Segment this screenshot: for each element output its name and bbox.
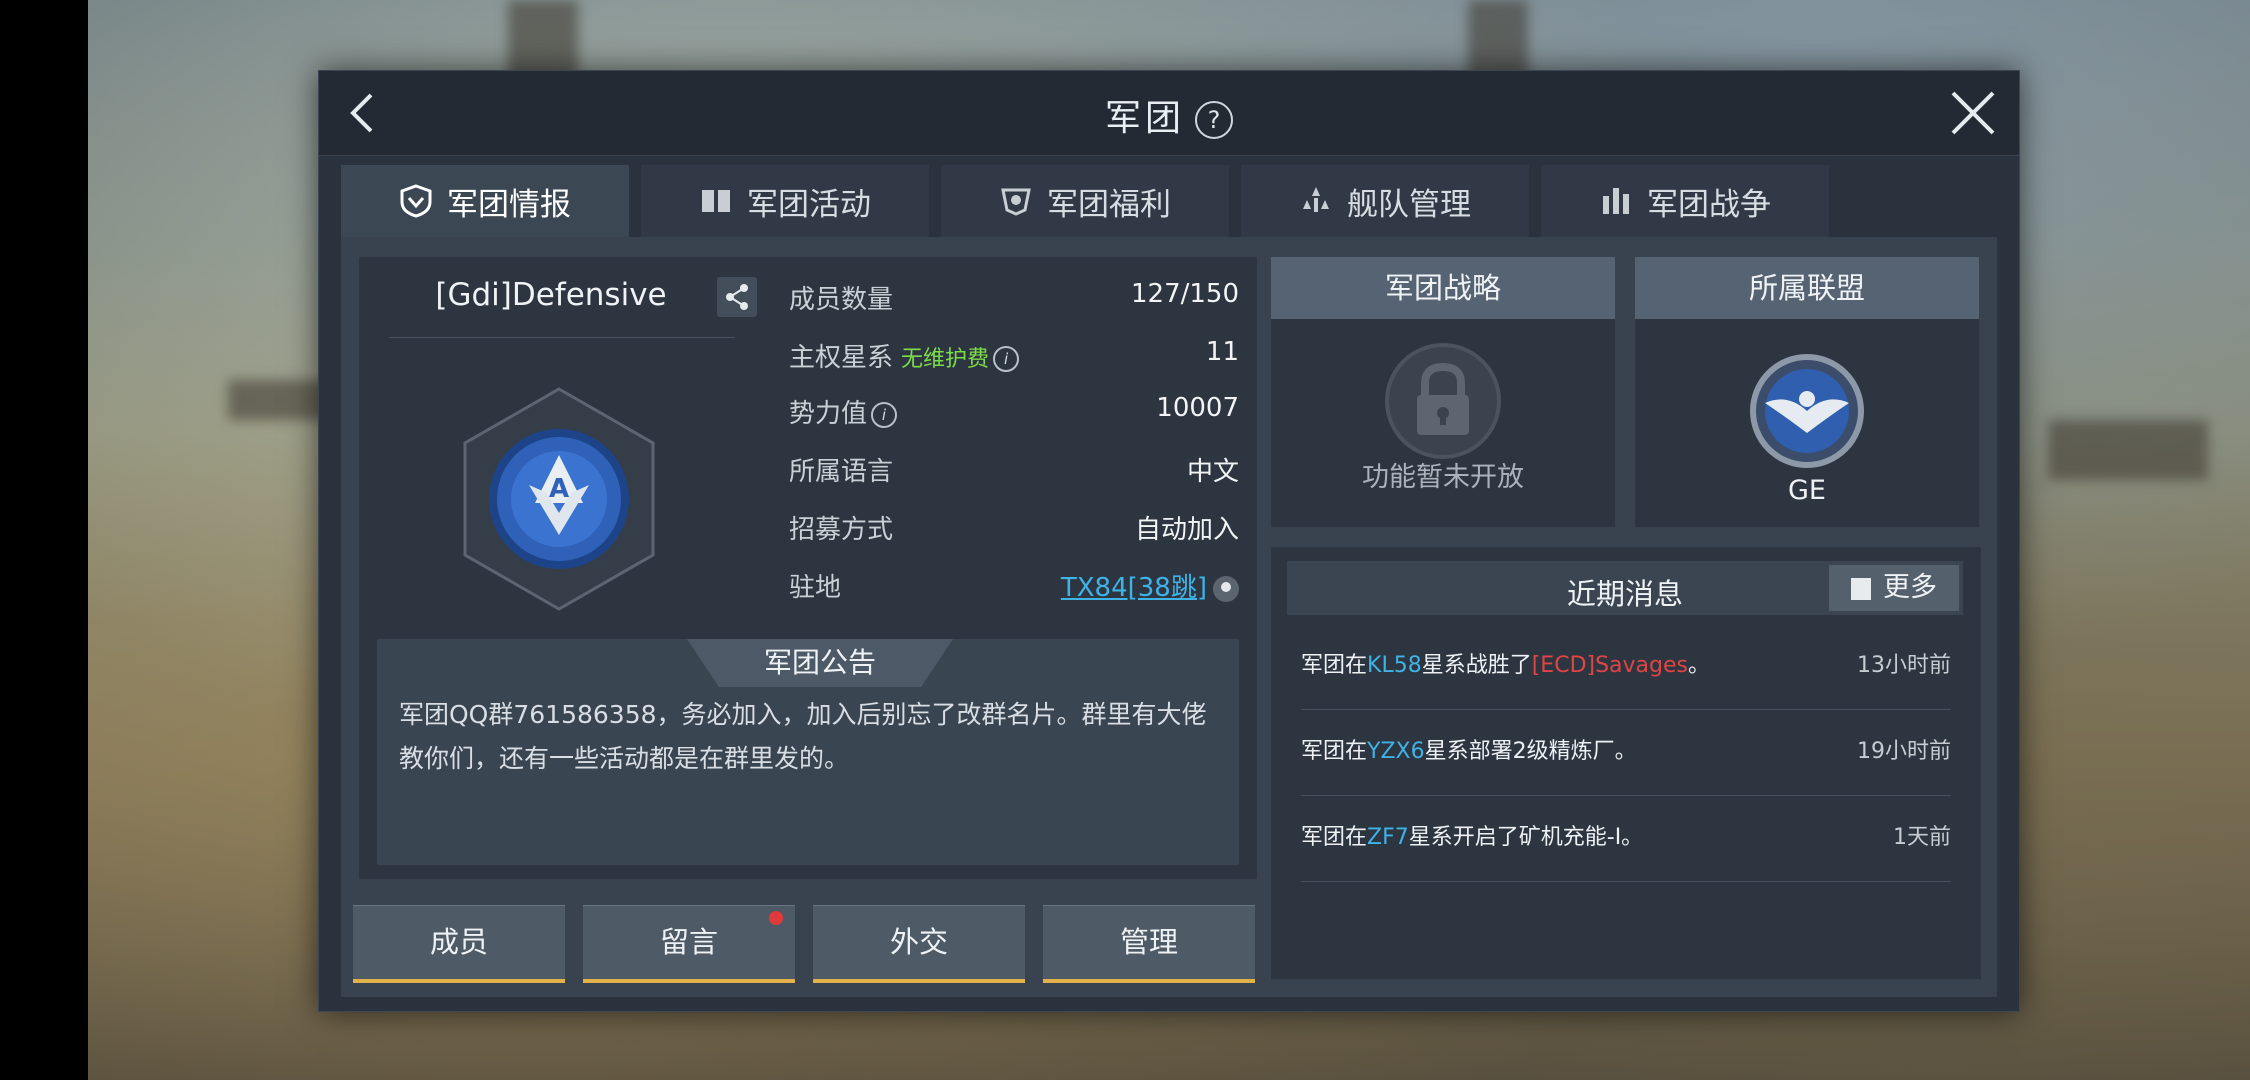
info-row-members: 成员数量 127/150 <box>789 279 1239 315</box>
close-icon[interactable] <box>1945 85 2001 141</box>
diplomacy-button[interactable]: 外交 <box>813 905 1025 983</box>
letterbox <box>0 0 88 1080</box>
info-row-station: 驻地 TX84[38跳] <box>789 563 1239 603</box>
page-title: 军团? <box>319 89 2019 141</box>
legion-name: [Gdi]Defensive <box>435 277 667 313</box>
tab-fleet-management[interactable]: 舰队管理 <box>1241 165 1529 237</box>
alliance-card[interactable]: 所属联盟 GE <box>1635 257 1979 527</box>
news-item: 军团在KL58星系战胜了[ECD]Savages。 13小时前 <box>1301 623 1951 710</box>
tab-legion-activity[interactable]: 军团活动 <box>641 165 929 237</box>
news-item: 军团在ZF7星系开启了矿机充能-I。 1天前 <box>1301 795 1951 882</box>
lock-icon <box>1385 343 1501 459</box>
fleet-icon <box>1303 187 1329 212</box>
title-bar: 军团? <box>319 71 2019 156</box>
tab-legion-welfare[interactable]: 军团福利 <box>941 165 1229 237</box>
info-icon[interactable]: i <box>871 401 898 428</box>
info-row-language: 所属语言 中文 <box>789 457 1239 487</box>
notice-title: 军团公告 <box>687 639 953 687</box>
share-icon[interactable] <box>717 277 757 317</box>
content-area: [Gdi]Defensive A 成员数量 127/150 主权星系 无维护费 i <box>341 237 1997 997</box>
book-icon <box>702 190 730 212</box>
svg-text:A: A <box>549 474 569 504</box>
more-button[interactable]: 更多 <box>1829 565 1959 611</box>
info-row-power: 势力值 i 10007 <box>789 393 1239 429</box>
gift-badge-icon <box>1001 188 1031 216</box>
news-item: 军团在YZX6星系部署2级精炼厂。 19小时前 <box>1301 709 1951 796</box>
legion-notice: 军团公告 军团QQ群761586358，务必加入，加入后别忘了改群名片。群里有大… <box>377 639 1239 865</box>
alliance-name: GE <box>1788 475 1826 506</box>
divider <box>389 337 735 338</box>
location-pin-icon[interactable] <box>1213 575 1239 602</box>
tab-legion-info[interactable]: 军团情报 <box>341 165 629 237</box>
notice-text: 军团QQ群761586358，务必加入，加入后别忘了改群名片。群里有大佬教你们，… <box>399 700 1207 773</box>
manage-button[interactable]: 管理 <box>1043 905 1255 983</box>
notification-dot <box>769 911 783 925</box>
messages-button[interactable]: 留言 <box>583 905 795 983</box>
recent-news-panel: 近期消息 更多 军团在KL58星系战胜了[ECD]Savages。 13小时前 … <box>1271 547 1981 979</box>
alliance-eagle-icon <box>1750 354 1864 468</box>
shield-icon <box>400 184 432 218</box>
legion-strategy-card[interactable]: 军团战略 功能暂未开放 <box>1271 257 1615 527</box>
legion-info-card: [Gdi]Defensive A 成员数量 127/150 主权星系 无维护费 i <box>359 257 1257 879</box>
tab-legion-war[interactable]: 军团战争 <box>1541 165 1829 237</box>
info-row-sovereignty: 主权星系 无维护费 i 11 <box>789 337 1239 373</box>
station-link[interactable]: TX84[38跳] <box>1061 573 1207 603</box>
help-icon[interactable]: ? <box>1195 101 1233 139</box>
info-row-recruitment: 招募方式 自动加入 <box>789 515 1239 545</box>
war-icon <box>1603 188 1629 214</box>
info-icon[interactable]: i <box>993 345 1020 372</box>
members-button[interactable]: 成员 <box>353 905 565 983</box>
document-icon <box>1851 577 1871 600</box>
legion-panel: 军团? 军团情报 军团活动 军团福利 舰队管理 军团战争 [Gdi]Defens… <box>318 70 2020 1012</box>
legion-emblem-icon: A <box>463 387 655 611</box>
news-header: 近期消息 更多 <box>1287 561 1963 615</box>
